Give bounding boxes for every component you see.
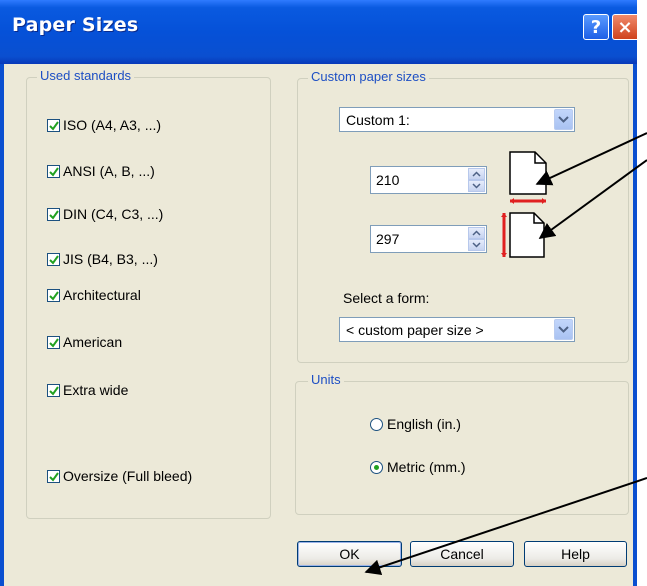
checkbox-box[interactable] [47,288,60,302]
ok-label: OK [339,546,360,562]
check-icon [49,290,59,301]
select-form-label: Select a form: [343,290,430,306]
page-height-icon [501,212,545,258]
checkbox-label: ISO (A4, A3, ...) [63,117,162,133]
check-icon [49,209,59,220]
window-frame-right [633,64,637,586]
width-value[interactable]: 210 [376,172,399,188]
spin-up-button[interactable] [468,227,485,239]
checkbox-jis[interactable]: JIS (B4, B3, ...) [47,250,158,268]
height-spinner[interactable]: 297 [370,225,487,253]
close-icon: × [617,17,633,38]
ok-button[interactable]: OK [297,541,402,567]
checkbox-box[interactable] [47,164,60,178]
spin-down-button[interactable] [468,239,485,251]
check-icon [49,120,59,131]
spinner-arrows-icon[interactable] [468,227,485,251]
checkbox-box[interactable] [47,469,60,483]
page-width-icon [509,151,547,204]
width-spinner[interactable]: 210 [370,166,487,194]
checkbox-label: Oversize (Full bleed) [63,468,193,484]
checkbox-iso[interactable]: ISO (A4, A3, ...) [47,116,161,134]
checkbox-box[interactable] [47,252,60,266]
checkbox-box[interactable] [47,383,60,397]
radio-dot [374,464,379,470]
spinner-arrows-icon[interactable] [468,168,485,192]
radio-english[interactable]: English (in.) [370,416,461,432]
custom-size-value: Custom 1: [346,112,410,128]
checkbox-label: ANSI (A, B, ...) [63,163,155,179]
checkbox-oversize[interactable]: Oversize (Full bleed) [47,467,192,485]
form-select[interactable]: < custom paper size > [339,317,575,342]
checkbox-box[interactable] [47,335,60,349]
checkbox-box[interactable] [47,118,60,132]
radio-button[interactable] [370,417,383,431]
checkbox-extra-wide[interactable]: Extra wide [47,381,128,399]
radio-label: English (in.) [387,416,461,432]
cancel-button[interactable]: Cancel [410,541,514,567]
radio-metric[interactable]: Metric (mm.) [370,459,466,475]
height-value[interactable]: 297 [376,231,399,247]
checkbox-label: DIN (C4, C3, ...) [63,206,164,222]
chevron-down-icon[interactable] [554,109,573,130]
units-group: Units [295,372,629,515]
used-standards-label: Used standards [37,68,135,83]
radio-label: Metric (mm.) [387,459,466,475]
chevron-down-icon[interactable] [554,319,573,340]
spin-down-button[interactable] [468,180,485,192]
check-icon [49,254,59,265]
checkbox-box[interactable] [47,207,60,221]
check-icon [49,471,59,482]
radio-button[interactable] [370,460,383,474]
help-button[interactable]: Help [524,541,627,567]
dialog-title: Paper Sizes [12,14,139,36]
checkbox-label: Extra wide [63,382,129,398]
check-icon [49,337,59,348]
checkbox-label: JIS (B4, B3, ...) [63,251,158,267]
checkbox-ansi[interactable]: ANSI (A, B, ...) [47,162,155,180]
title-bar: Paper Sizes ? × [0,0,637,64]
close-button[interactable]: × [612,14,637,40]
check-icon [49,385,59,396]
spin-up-button[interactable] [468,168,485,180]
units-label: Units [308,372,344,387]
checkbox-label: American [63,334,123,350]
checkbox-american[interactable]: American [47,333,122,351]
cancel-label: Cancel [440,546,484,562]
help-label: Help [561,546,590,562]
checkbox-architectural[interactable]: Architectural [47,286,141,304]
check-icon [49,166,59,177]
checkbox-label: Architectural [63,287,141,303]
checkbox-din[interactable]: DIN (C4, C3, ...) [47,205,163,223]
help-title-button[interactable]: ? [583,14,609,40]
window-frame-left [0,64,4,586]
custom-paper-sizes-label: Custom paper sizes [308,69,429,84]
paper-sizes-dialog: Paper Sizes ? × Used standards ISO (A4, … [0,0,637,586]
custom-size-select[interactable]: Custom 1: [339,107,575,132]
question-icon: ? [590,17,602,38]
form-value: < custom paper size > [346,322,484,338]
